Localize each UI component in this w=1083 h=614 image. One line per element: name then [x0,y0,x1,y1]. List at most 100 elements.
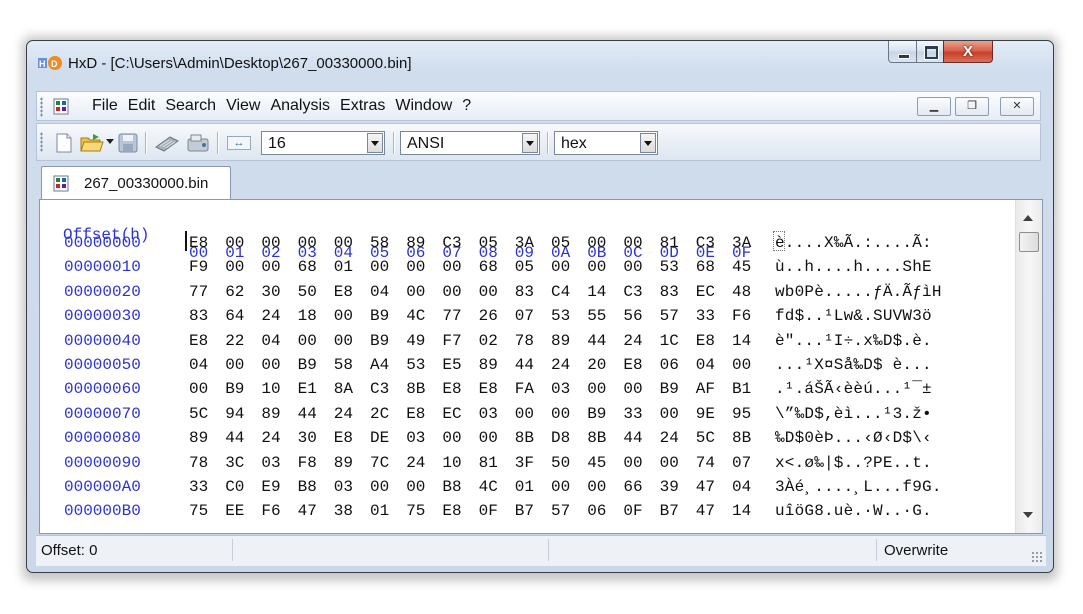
hex-byte[interactable]: 04 [370,283,394,301]
hex-byte[interactable]: 89 [479,356,503,374]
menu-extras[interactable]: Extras [335,97,390,115]
hex-byte[interactable]: 9E [696,405,720,423]
hex-byte[interactable]: 89 [189,429,213,447]
hex-byte[interactable]: 8B [515,429,539,447]
hex-byte[interactable]: 8B [406,380,430,398]
hex-byte[interactable]: 00 [587,258,611,276]
hex-byte[interactable]: 38 [334,502,358,520]
menu-search[interactable]: Search [160,97,221,115]
chevron-down-icon[interactable] [367,133,383,153]
maximize-button[interactable] [916,41,944,63]
hex-byte[interactable]: 07 [732,454,756,472]
hex-byte[interactable]: 00 [225,356,249,374]
hex-byte[interactable]: 00 [623,234,647,252]
menu-edit[interactable]: Edit [123,97,161,115]
toolbar-grip[interactable] [40,132,43,152]
hex-byte[interactable]: 10 [261,380,285,398]
hex-byte[interactable]: 00 [551,405,575,423]
hex-byte[interactable]: DE [370,429,394,447]
resize-grip-icon[interactable] [1031,551,1043,563]
hex-byte[interactable]: 3A [515,234,539,252]
minimize-button[interactable] [888,41,917,63]
chevron-down-icon[interactable] [522,133,538,153]
mdi-close-button[interactable]: ✕ [1000,97,1034,116]
menubar-grip[interactable] [40,97,43,117]
hex-byte[interactable]: 26 [479,307,503,325]
mdi-minimize-button[interactable]: ▁ [917,97,951,116]
hex-byte[interactable]: EC [696,283,720,301]
hex-byte[interactable]: 00 [370,258,394,276]
hex-byte[interactable]: 45 [732,258,756,276]
ascii-text[interactable]: wb0Pè.....ƒÄ.ÃƒìH [775,283,942,301]
hex-byte[interactable]: E8 [479,380,503,398]
ascii-text[interactable]: 3Àé¸....¸L...f9G. [775,478,942,496]
hex-byte[interactable]: F8 [298,454,322,472]
hex-byte[interactable]: 68 [479,258,503,276]
hex-byte[interactable]: E8 [442,380,466,398]
menu-help[interactable]: ? [457,97,476,115]
ascii-text[interactable]: x<.ø‰|$..?PE..t. [775,454,932,472]
hex-byte[interactable]: 00 [334,307,358,325]
hex-byte[interactable]: B9 [298,356,322,374]
hex-byte[interactable]: 04 [261,332,285,350]
hex-byte[interactable]: 00 [334,332,358,350]
hex-row[interactable]: 00000020 77 62 30 50 E8 04 00 00 00 83 C4 14 C3 83 EC 48… [40,283,1020,303]
hex-byte[interactable]: 30 [261,283,285,301]
hex-byte[interactable]: 02 [479,332,503,350]
mdi-restore-button[interactable]: ❐ [955,97,989,116]
hex-byte[interactable]: C3 [623,283,647,301]
hex-byte[interactable]: 06 [660,356,684,374]
hex-byte[interactable]: B8 [442,478,466,496]
hex-byte[interactable]: 8A [334,380,358,398]
hex-byte[interactable]: 00 [479,283,503,301]
hex-byte[interactable]: EE [225,502,249,520]
ascii-text[interactable]: fd$..¹Lw&.SUVW3ö [775,307,932,325]
ascii-text[interactable]: \”‰D$,èì...¹3.ž• [775,405,932,423]
hex-byte[interactable]: 22 [225,332,249,350]
hex-byte[interactable]: 00 [551,478,575,496]
hex-byte[interactable]: E8 [334,429,358,447]
hex-byte[interactable]: 55 [587,307,611,325]
hex-byte[interactable]: 00 [370,478,394,496]
hex-byte[interactable]: 8B [587,429,611,447]
hex-byte[interactable]: F6 [732,307,756,325]
hex-byte[interactable]: 68 [696,258,720,276]
hex-byte[interactable]: 45 [587,454,611,472]
hex-byte[interactable]: 53 [551,307,575,325]
hex-byte[interactable]: 5C [696,429,720,447]
hex-row[interactable]: 00000010 F9 00 00 68 01 00 00 00 68 05 00 00 00 53 68 45… [40,258,1020,278]
new-file-icon[interactable] [55,133,73,153]
hex-byte[interactable]: 00 [442,258,466,276]
hex-byte[interactable]: E8 [406,405,430,423]
hex-byte[interactable]: 00 [515,405,539,423]
hex-byte[interactable]: 47 [696,502,720,520]
hex-byte[interactable]: 4C [479,478,503,496]
hex-byte[interactable]: 74 [696,454,720,472]
hex-byte[interactable]: C3 [370,380,394,398]
hex-byte[interactable]: AF [696,380,720,398]
hex-byte[interactable]: 00 [623,380,647,398]
hex-byte[interactable]: F7 [442,332,466,350]
vertical-scrollbar[interactable] [1015,200,1042,533]
hex-byte[interactable]: 77 [442,307,466,325]
scroll-down-icon[interactable] [1023,512,1033,518]
hex-byte[interactable]: C3 [442,234,466,252]
hex-row[interactable]: 000000A0 33 C0 E9 B8 03 00 00 B8 4C 01 00 00 66 39 47 04… [40,478,1020,498]
hex-byte[interactable]: 04 [732,478,756,496]
hex-byte[interactable]: 01 [515,478,539,496]
save-icon[interactable] [118,133,138,153]
hex-byte[interactable]: 24 [660,429,684,447]
ascii-text[interactable]: .¹.áŠÃ‹èèú...¹¯± [775,380,932,398]
hex-byte[interactable]: 89 [551,332,575,350]
hex-byte[interactable]: 00 [551,258,575,276]
hex-byte[interactable]: 00 [225,258,249,276]
hex-byte[interactable]: C3 [696,234,720,252]
status-mode[interactable]: Overwrite [884,542,948,559]
hex-byte[interactable]: B7 [660,502,684,520]
hex-byte[interactable]: 2C [370,405,394,423]
hex-byte[interactable]: B9 [370,332,394,350]
hex-byte[interactable]: E9 [261,478,285,496]
hex-byte[interactable]: D8 [551,429,575,447]
hex-byte[interactable]: B9 [225,380,249,398]
hex-byte[interactable]: 0F [479,502,503,520]
